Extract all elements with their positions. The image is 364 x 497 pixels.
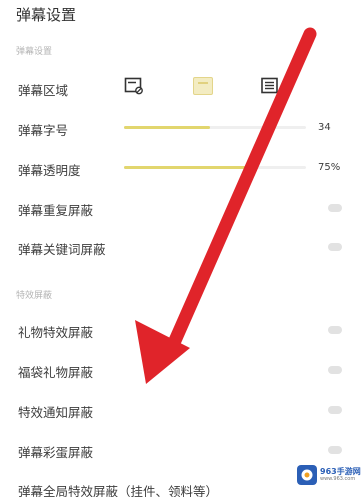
no-danmaku-area-glyph [124, 77, 143, 95]
repeat-block-toggle[interactable] [328, 204, 342, 212]
half-screen-area-glyph [198, 82, 208, 84]
row-label-global-effect: 弹幕全局特效屏蔽（挂件、领料等） [18, 484, 219, 497]
row-label-gift-effect: 礼物特效屏蔽 [18, 325, 94, 340]
row-label-area: 弹幕区域 [18, 83, 69, 98]
full-screen-area-glyph [261, 77, 278, 94]
lucky-bag-toggle[interactable] [328, 366, 342, 374]
watermark-logo-icon [297, 465, 317, 485]
section-header-danmaku: 弹幕设置 [16, 47, 53, 57]
row-label-easter-egg: 弹幕彩蛋屏蔽 [18, 445, 94, 460]
easter-egg-toggle[interactable] [328, 446, 342, 454]
page-title: 弹幕设置 [16, 6, 77, 24]
gift-effect-toggle[interactable] [328, 326, 342, 334]
font-size-slider[interactable] [124, 126, 306, 129]
row-label-keyword-block: 弹幕关键词屏蔽 [18, 242, 106, 257]
section-header-effects: 特效屏蔽 [16, 291, 53, 301]
font-size-value: 34 [318, 122, 331, 133]
opacity-slider[interactable] [124, 166, 306, 169]
row-label-lucky-bag: 福袋礼物屏蔽 [18, 365, 94, 380]
opacity-value: 75% [318, 162, 341, 173]
half-screen-area-icon[interactable] [193, 77, 213, 95]
full-screen-area-icon[interactable] [260, 77, 280, 95]
watermark-subtext: www.963.com [320, 476, 356, 482]
site-watermark: 963手游网 www.963.com [296, 464, 361, 488]
effect-notice-toggle[interactable] [328, 406, 342, 414]
font-size-slider-fill [124, 126, 210, 129]
row-label-repeat-block: 弹幕重复屏蔽 [18, 203, 94, 218]
keyword-block-toggle[interactable] [328, 243, 342, 251]
row-label-effect-notice: 特效通知屏蔽 [18, 405, 94, 420]
row-label-opacity: 弹幕透明度 [18, 163, 81, 178]
row-label-font-size: 弹幕字号 [18, 123, 69, 138]
no-danmaku-area-icon[interactable] [124, 77, 144, 95]
opacity-slider-fill [124, 166, 256, 169]
